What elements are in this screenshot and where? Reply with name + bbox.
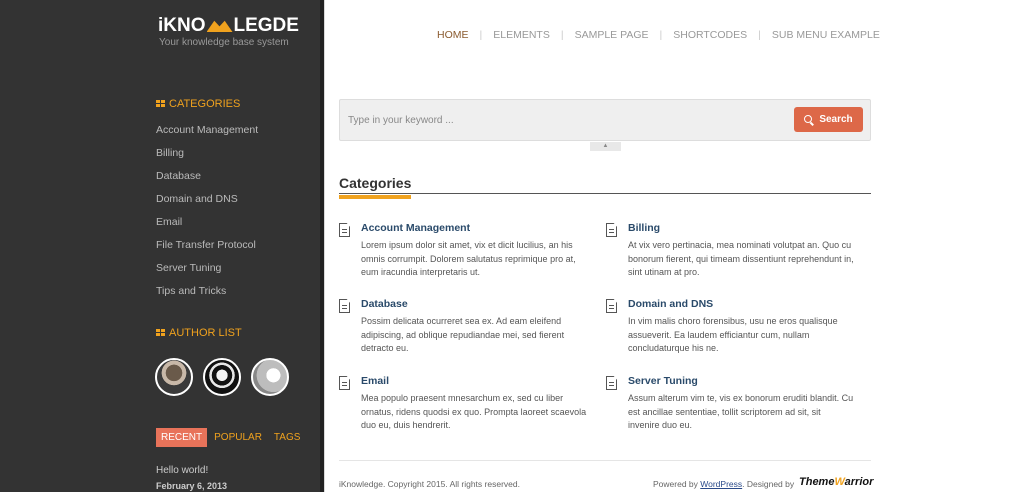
sidebar-category-link[interactable]: Domain and DNS: [156, 192, 258, 215]
brand-text-c: arrior: [844, 476, 874, 488]
document-icon: [339, 299, 350, 313]
author-avatar[interactable]: [251, 358, 289, 396]
sidebar-category-list: Account Management Billing Database Doma…: [156, 123, 258, 307]
tab-tags[interactable]: TAGS: [269, 428, 305, 447]
category-title-link[interactable]: Email: [361, 375, 389, 387]
tab-popular[interactable]: POPULAR: [209, 428, 267, 447]
sidebar-category-link[interactable]: Account Management: [156, 123, 258, 146]
recent-post-link[interactable]: Hello world!: [156, 465, 208, 476]
nav-item-sub-menu-example[interactable]: SUB MENU EXAMPLE: [772, 29, 880, 41]
sidebar-category-link[interactable]: Email: [156, 215, 258, 238]
site-tagline: Your knowledge base system: [159, 37, 289, 48]
category-title-link[interactable]: Domain and DNS: [628, 298, 713, 310]
category-title-link[interactable]: Account Management: [361, 222, 470, 234]
nav-item-elements[interactable]: ELEMENTS: [493, 29, 550, 41]
category-description: Mea populo praesent mnesarchum ex, sed c…: [361, 393, 587, 430]
site-logo[interactable]: iKNO LEGDE: [158, 16, 299, 36]
sidebar-divider: [320, 0, 325, 492]
categories-heading-label: CATEGORIES: [169, 98, 241, 110]
themewarrior-logo[interactable]: ThemeWarrior: [799, 476, 873, 488]
logo-mark-icon: [206, 20, 233, 32]
search-bar: Search: [339, 99, 871, 141]
nav-separator: |: [659, 29, 663, 41]
category-title-link[interactable]: Billing: [628, 222, 660, 234]
category-title-link[interactable]: Server Tuning: [628, 375, 698, 387]
document-icon: [606, 223, 617, 237]
author-list-heading-label: AUTHOR LIST: [169, 327, 242, 339]
sidebar-category-link[interactable]: Billing: [156, 146, 258, 169]
grid-icon: [156, 100, 165, 107]
sidebar-category-link[interactable]: File Transfer Protocol: [156, 238, 258, 261]
brand-text-a: Theme: [799, 476, 835, 488]
section-title: Categories: [339, 175, 412, 191]
nav-item-home[interactable]: HOME: [437, 29, 469, 41]
category-description: At vix vero pertinacia, mea nominati vol…: [628, 240, 854, 277]
category-title-link[interactable]: Database: [361, 298, 408, 310]
nav-separator: |: [479, 29, 483, 41]
search-input[interactable]: [344, 105, 792, 135]
designed-by-text: . Designed by: [742, 479, 795, 489]
sidebar-category-link[interactable]: Server Tuning: [156, 261, 258, 284]
section-title-underline: [339, 195, 411, 199]
search-collapse-toggle[interactable]: ▲: [590, 142, 621, 151]
category-description: Lorem ipsum dolor sit amet, vix et dicit…: [361, 240, 576, 277]
document-icon: [339, 223, 350, 237]
document-icon: [339, 376, 350, 390]
category-description: Possim delicata ocurreret sea ex. Ad eam…: [361, 316, 565, 353]
top-navigation: HOME | ELEMENTS | SAMPLE PAGE | SHORTCODES | SUB…: [437, 29, 880, 41]
nav-separator: |: [560, 29, 564, 41]
document-icon: [606, 376, 617, 390]
category-description: In vim malis choro forensibus, usu ne er…: [628, 316, 838, 353]
sidebar-category-link[interactable]: Tips and Tricks: [156, 284, 258, 307]
search-icon: [804, 115, 813, 123]
footer-copyright: iKnowledge. Copyright 2015. All rights r…: [339, 479, 520, 489]
footer-credits: Powered by WordPress. Designed by: [653, 479, 794, 489]
powered-by-text: Powered by: [653, 479, 701, 489]
footer-divider: [339, 460, 871, 461]
section-divider: [339, 193, 871, 194]
tab-recent[interactable]: RECENT: [156, 428, 208, 447]
brand-text-b: W: [834, 476, 845, 488]
document-icon: [606, 299, 617, 313]
recent-post-date: February 6, 2013: [156, 481, 228, 491]
sidebar-tabs: RECENT POPULAR TAGS: [156, 427, 307, 447]
logo-text-right: LEGDE: [233, 15, 299, 36]
nav-separator: |: [758, 29, 761, 41]
sidebar: iKNO LEGDE Your knowledge base system CAT…: [0, 0, 320, 492]
logo-text-left: iKNO: [158, 15, 206, 36]
author-avatar[interactable]: [155, 358, 193, 396]
author-list-heading: AUTHOR LIST: [156, 327, 242, 339]
wordpress-link[interactable]: WordPress: [700, 479, 742, 489]
search-button[interactable]: Search: [794, 107, 863, 132]
categories-heading: CATEGORIES: [156, 98, 240, 110]
sidebar-category-link[interactable]: Database: [156, 169, 258, 192]
nav-item-sample-page[interactable]: SAMPLE PAGE: [575, 29, 649, 41]
author-avatar[interactable]: [203, 358, 241, 396]
category-description: Assum alterum vim te, vis ex bonorum eru…: [628, 393, 854, 430]
nav-item-shortcodes[interactable]: SHORTCODES: [673, 29, 747, 41]
search-button-label: Search: [819, 114, 853, 125]
grid-icon: [156, 329, 165, 336]
